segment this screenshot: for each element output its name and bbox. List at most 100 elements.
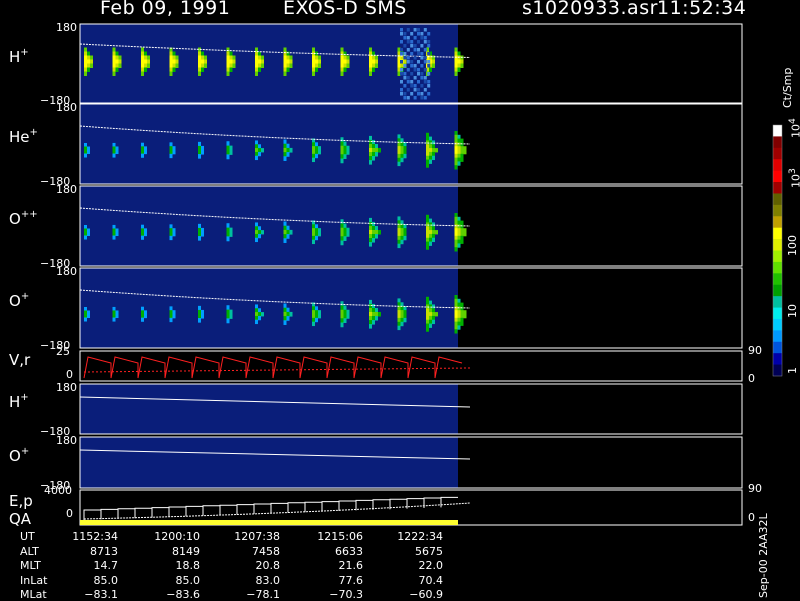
burst-cell bbox=[141, 232, 144, 237]
speckle-cell bbox=[410, 44, 414, 48]
burst-cell bbox=[454, 153, 458, 159]
colorbar-tick: 104 bbox=[787, 118, 800, 138]
burst-cell bbox=[343, 309, 347, 315]
burst-cell bbox=[454, 298, 458, 304]
burst-cell bbox=[84, 55, 87, 60]
burst-cell bbox=[432, 155, 435, 161]
burst-cell bbox=[457, 232, 461, 237]
burst-cell bbox=[229, 309, 233, 315]
burst-cell bbox=[112, 47, 116, 52]
burst-cell bbox=[315, 59, 318, 64]
burst-cell bbox=[432, 59, 435, 64]
burst-cell bbox=[144, 51, 147, 56]
burst-cell bbox=[255, 312, 258, 317]
burst-cell bbox=[426, 226, 429, 231]
speckle-cell bbox=[400, 72, 403, 76]
burst-cell bbox=[283, 47, 287, 52]
burst-cell bbox=[115, 67, 119, 72]
burst-cell bbox=[201, 309, 204, 315]
burst-cell bbox=[426, 241, 429, 246]
burst-cell bbox=[255, 315, 258, 321]
burst-cell bbox=[286, 311, 290, 317]
burst-cell bbox=[457, 239, 461, 244]
burst-cell bbox=[403, 150, 407, 155]
burst-cell bbox=[198, 314, 201, 319]
burst-cell bbox=[198, 71, 201, 76]
burst-cell bbox=[283, 59, 287, 64]
burst-cell bbox=[112, 150, 116, 155]
speckle-cell bbox=[406, 48, 410, 52]
colorbar-segment bbox=[773, 261, 782, 274]
burst-cell bbox=[289, 229, 293, 235]
burst-cell bbox=[369, 67, 372, 72]
ep-label: E,p bbox=[9, 492, 33, 510]
burst-cell bbox=[460, 310, 464, 315]
burst-cell bbox=[312, 71, 315, 76]
speckle-cell bbox=[417, 60, 420, 64]
burst-cell bbox=[115, 51, 119, 56]
burst-cell bbox=[397, 317, 401, 323]
burst-cell bbox=[397, 134, 401, 139]
burst-cell bbox=[112, 63, 116, 68]
burst-cell bbox=[226, 223, 230, 229]
burst-cell bbox=[229, 314, 233, 319]
burst-cell bbox=[169, 71, 173, 76]
burst-cell bbox=[460, 306, 464, 311]
speckle-cell bbox=[400, 32, 403, 36]
burst-cell bbox=[340, 141, 344, 147]
burst-cell bbox=[397, 306, 401, 311]
burst-cell bbox=[198, 145, 201, 151]
colorbar-segment bbox=[773, 353, 782, 365]
burst-cell bbox=[286, 307, 290, 313]
burst-cell bbox=[112, 59, 116, 64]
burst-cell bbox=[369, 63, 372, 68]
burst-cell bbox=[229, 227, 233, 233]
burst-cell bbox=[115, 310, 119, 315]
burst-cell bbox=[84, 63, 87, 68]
speckle-cell bbox=[423, 68, 427, 72]
burst-cell bbox=[87, 55, 90, 60]
burst-cell bbox=[400, 317, 404, 323]
burst-cell bbox=[343, 318, 347, 324]
burst-cell bbox=[343, 314, 347, 319]
burst-cell bbox=[289, 59, 293, 64]
burst-cell bbox=[315, 232, 318, 237]
burst-cell bbox=[255, 59, 258, 64]
burst-cell bbox=[460, 314, 464, 319]
speckle-cell bbox=[413, 84, 417, 88]
burst-cell bbox=[400, 142, 404, 147]
burst-cell bbox=[147, 59, 150, 64]
burst-cell bbox=[454, 71, 458, 76]
speckle-cell bbox=[413, 68, 417, 72]
burst-cell bbox=[87, 63, 90, 68]
burst-cell bbox=[429, 304, 432, 309]
burst-cell bbox=[283, 139, 287, 145]
burst-cell bbox=[318, 228, 321, 233]
speckle-cell bbox=[410, 72, 414, 76]
burst-cell bbox=[226, 227, 230, 233]
burst-cell bbox=[454, 314, 458, 319]
burst-cell bbox=[400, 153, 404, 159]
burst-cell bbox=[346, 55, 350, 60]
burst-cell bbox=[429, 233, 432, 239]
burst-cell bbox=[226, 141, 230, 147]
burst-cell bbox=[84, 232, 87, 236]
burst-cell bbox=[283, 152, 287, 157]
burst-cell bbox=[312, 55, 315, 60]
burst-cell bbox=[232, 63, 236, 68]
burst-cell bbox=[397, 321, 401, 327]
burst-cell bbox=[426, 144, 429, 149]
colorbar-segment bbox=[773, 273, 782, 286]
burst-cell bbox=[201, 232, 204, 237]
vr-label: V,r bbox=[9, 351, 31, 369]
burst-cell bbox=[258, 226, 261, 231]
speckle-cell bbox=[406, 80, 410, 84]
burst-cell bbox=[141, 314, 144, 319]
burst-cell bbox=[457, 63, 461, 68]
burst-cell bbox=[457, 306, 461, 311]
speckle-cell bbox=[427, 64, 431, 68]
burst-cell bbox=[372, 307, 375, 313]
burst-cell bbox=[369, 242, 372, 247]
burst-cell bbox=[460, 157, 464, 162]
colorbar-segment bbox=[773, 364, 782, 377]
